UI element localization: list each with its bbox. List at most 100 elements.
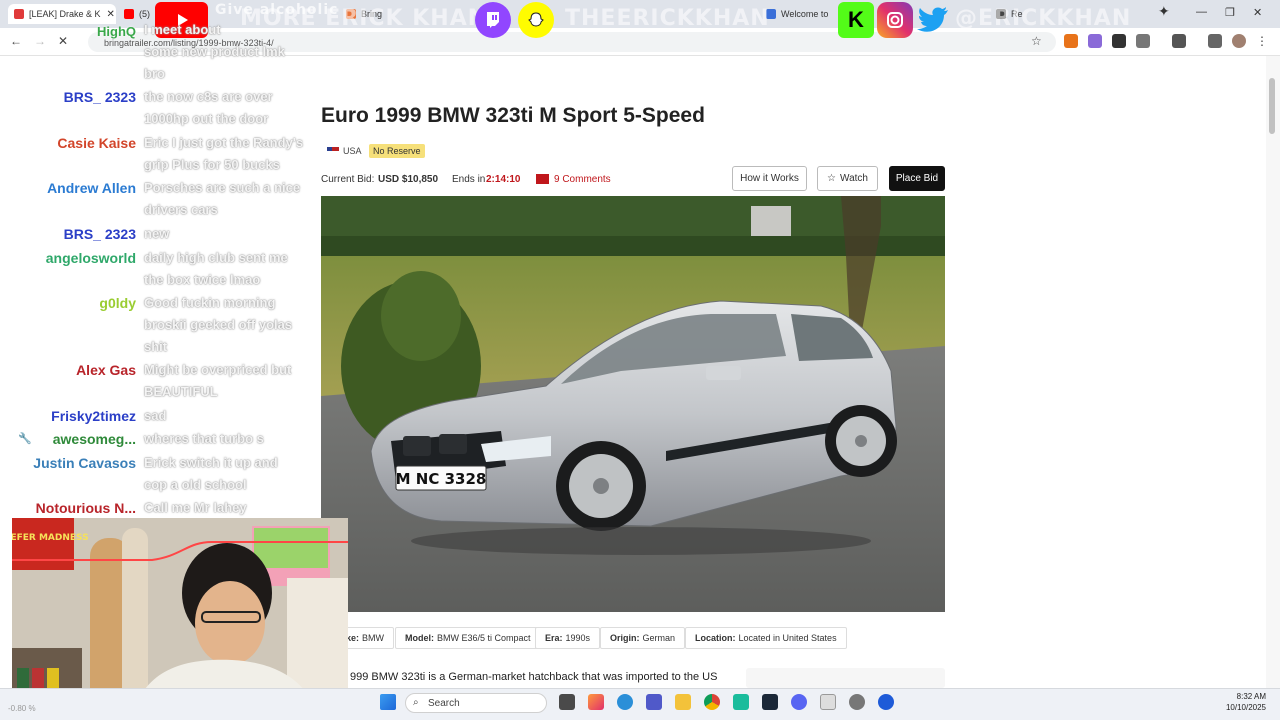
instagram-icon	[877, 2, 913, 38]
puzzle-extensions-icon[interactable]	[1136, 34, 1150, 48]
country-tag: USA	[327, 146, 362, 156]
country-label: USA	[343, 146, 362, 156]
steam-icon[interactable]	[762, 694, 778, 710]
menu-kebab-icon[interactable]: ⋮	[1256, 34, 1268, 48]
scrollbar-thumb[interactable]	[1269, 78, 1275, 134]
chat-message: Justin Cavasos Erick switch it up and co…	[0, 455, 330, 492]
file-explorer-icon[interactable]	[675, 694, 691, 710]
tab-leak-drake[interactable]: [LEAK] Drake & K ✕	[8, 4, 116, 24]
watch-button[interactable]: ☆ Watch	[817, 166, 878, 191]
chrome-icon[interactable]	[704, 694, 720, 710]
chat-username: awesomeg...	[52, 431, 136, 447]
system-clock[interactable]: 8:32 AM 10/10/2025	[1226, 691, 1266, 713]
chat-text: sad	[144, 408, 167, 423]
chat-text: shit	[144, 339, 168, 354]
chat-text: wheres that turbo s	[144, 431, 264, 446]
comments-icon[interactable]	[536, 174, 549, 184]
chat-username: Justin Cavasos	[33, 455, 136, 471]
app-icon[interactable]	[733, 694, 749, 710]
chat-text: drivers cars	[144, 202, 218, 217]
chat-text: Good fuckin morning	[144, 295, 276, 310]
chat-text: Porsches are such a nice	[144, 180, 301, 195]
star-icon: ☆	[827, 173, 836, 184]
sidebar-panel	[746, 668, 945, 688]
chat-text: Erick switch it up and	[144, 455, 278, 470]
tab-youtube[interactable]: (5)	[118, 4, 158, 24]
task-view-icon[interactable]	[559, 694, 575, 710]
teams-icon[interactable]	[646, 694, 662, 710]
taskbar-search-box[interactable]: ⌕ Search	[405, 693, 547, 713]
minimize-icon[interactable]: —	[1196, 6, 1207, 18]
metamask-extension-icon[interactable]	[1064, 34, 1078, 48]
clock-date: 10/10/2025	[1225, 703, 1266, 712]
profile-avatar[interactable]	[1232, 34, 1246, 48]
notepad-icon[interactable]	[820, 694, 836, 710]
chat-message: 🔧 awesomeg... wheres that turbo s	[0, 431, 330, 453]
chat-username: Frisky2timez	[51, 408, 136, 424]
chip-key: Location:	[695, 633, 736, 643]
chat-text: new	[144, 226, 170, 241]
chat-text: bro	[144, 66, 165, 81]
spec-chip-model[interactable]: Model: BMW E36/5 ti Compact	[395, 627, 541, 649]
windows-taskbar	[0, 688, 1280, 720]
chip-key: Model:	[405, 633, 434, 643]
chat-text: some new product lmk	[144, 44, 285, 59]
discord-icon[interactable]	[791, 694, 807, 710]
page-title: Euro 1999 BMW 323ti M Sport 5-Speed	[321, 104, 705, 127]
chat-text: broskii geeked off yolas	[144, 317, 293, 332]
place-bid-button[interactable]: Place Bid	[889, 166, 945, 191]
tab-label: (5)	[139, 9, 150, 19]
overlay-handle-text: THEERICKKHAN	[565, 6, 770, 31]
chat-text: I meet about	[144, 22, 221, 37]
close-window-icon[interactable]: ✕	[1253, 6, 1262, 19]
tab-favicon-icon	[14, 9, 24, 19]
chat-text: the now c8s are over	[144, 89, 273, 104]
chat-message: Andrew Allen Porsches are such a nice dr…	[0, 180, 330, 217]
chat-username: angelosworld	[45, 250, 136, 266]
chat-message: BRS_ 2323 the now c8s are over 1000hp ou…	[0, 89, 330, 126]
reading-list-icon[interactable]	[1208, 34, 1222, 48]
comments-link[interactable]: 9 Comments	[554, 174, 611, 185]
taskbar-widget-text: -0.80 %	[8, 704, 36, 713]
chat-message: Casie Kaise Eric I just got the Randy's …	[0, 135, 330, 172]
listing-description: 999 BMW 323ti is a German-market hatchba…	[350, 671, 718, 683]
spec-chip-location[interactable]: Location: Located in United States	[685, 627, 847, 649]
copilot-icon[interactable]	[588, 694, 604, 710]
chat-text: grip Plus for 50 bucks	[144, 157, 280, 172]
tab-welcome[interactable]: Welcome to	[760, 4, 836, 24]
twitch-icon	[475, 2, 511, 38]
chat-text: cop a old school	[144, 477, 247, 492]
chip-key: Origin:	[610, 633, 640, 643]
search-icon: ⌕	[413, 697, 419, 708]
how-it-works-label: How it Works	[740, 173, 799, 184]
new-tab-icon[interactable]: ✦	[1158, 3, 1170, 20]
bookmark-star-icon[interactable]: ☆	[1031, 34, 1042, 48]
chip-key: Era:	[545, 633, 563, 643]
settings-gear-icon[interactable]	[849, 694, 865, 710]
spec-chip-era[interactable]: Era: 1990s	[535, 627, 601, 649]
sidebar-icon[interactable]	[1172, 34, 1186, 48]
windows-start-icon[interactable]	[380, 694, 396, 710]
how-it-works-button[interactable]: How it Works	[732, 166, 807, 191]
chat-username: g0ldy	[99, 295, 136, 311]
youtube-favicon-icon	[124, 9, 134, 19]
chat-username: Alex Gas	[76, 362, 136, 378]
close-icon[interactable]: ✕	[107, 9, 115, 20]
chat-text: BEAUTIFUL	[144, 384, 218, 399]
scrollbar-track[interactable]	[1266, 56, 1280, 688]
car-photo: M NC 3328	[321, 196, 945, 612]
listing-hero-photo[interactable]: M NC 3328	[321, 196, 945, 612]
app-icon[interactable]	[878, 694, 894, 710]
wrench-badge-icon: 🔧	[18, 433, 32, 445]
current-bid-value: USD $10,850	[378, 174, 439, 185]
extension-icon[interactable]	[1112, 34, 1126, 48]
place-bid-label: Place Bid	[895, 173, 939, 184]
edge-icon[interactable]	[617, 694, 633, 710]
maximize-icon[interactable]: ❐	[1225, 6, 1235, 19]
ends-label: Ends in	[452, 174, 486, 185]
extension-icon[interactable]	[1088, 34, 1102, 48]
screen: [LEAK] Drake & K ✕ (5) Bring Welcome to …	[0, 0, 1280, 720]
spec-chip-origin[interactable]: Origin: German	[600, 627, 686, 649]
chat-text: the box twice lmao	[144, 272, 261, 287]
chat-message: Frisky2timez sad	[0, 408, 330, 430]
